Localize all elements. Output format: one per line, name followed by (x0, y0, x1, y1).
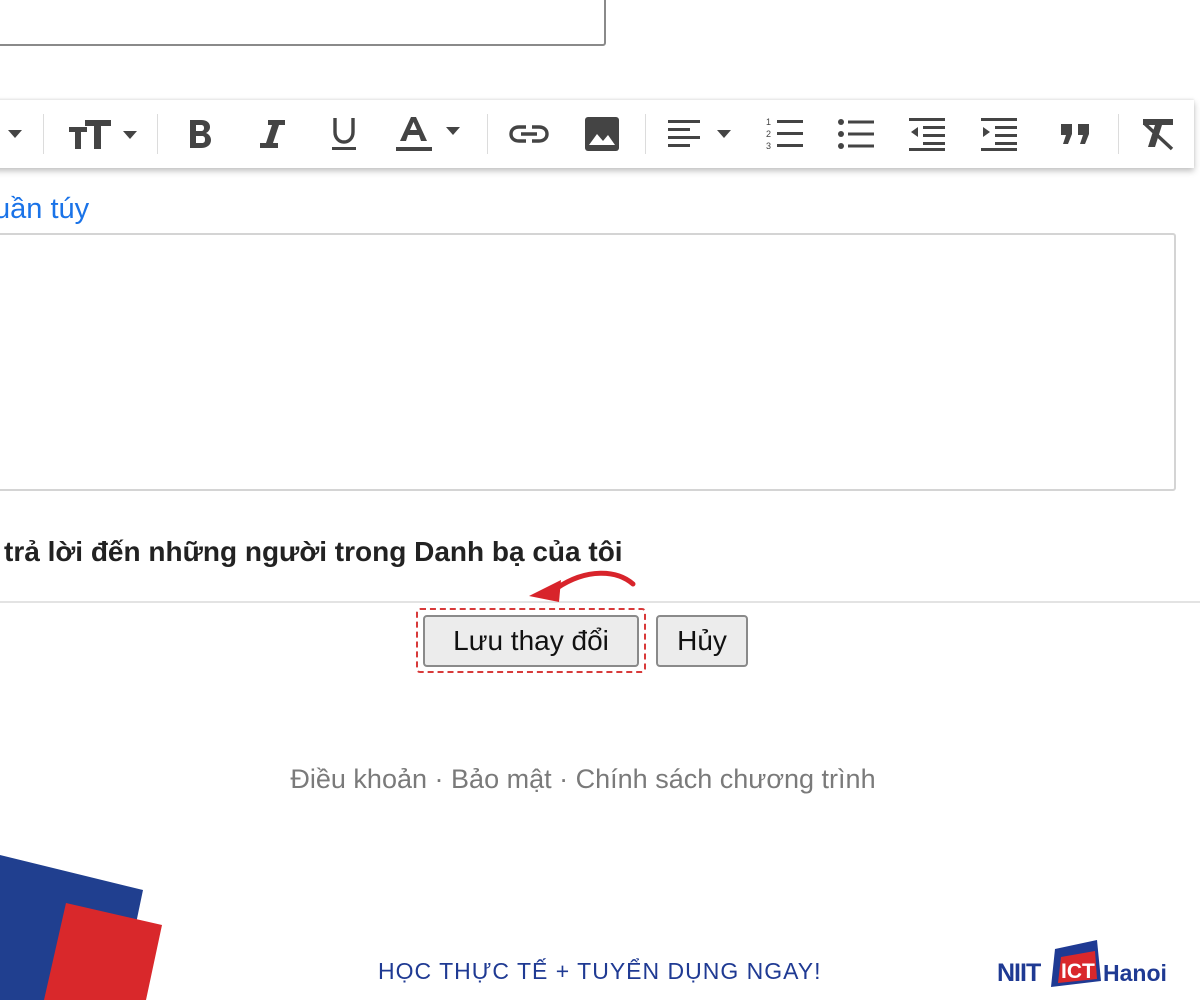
terms-link[interactable]: Điều khoản (290, 764, 427, 794)
svg-text:ICT: ICT (1061, 960, 1095, 983)
pointer-arrow-icon (529, 570, 636, 602)
indent-more-icon[interactable] (980, 100, 1020, 168)
text-color-icon[interactable] (395, 100, 467, 168)
privacy-link[interactable]: Bảo mật (451, 764, 552, 794)
svg-text:Hanoi: Hanoi (1103, 960, 1167, 986)
toolbar-separator (487, 114, 488, 154)
footer-separator: · (434, 764, 444, 794)
svg-text:3: 3 (766, 141, 771, 151)
italic-icon[interactable] (252, 100, 292, 168)
link-icon[interactable] (506, 100, 552, 168)
toolbar-separator (1118, 114, 1119, 154)
toolbar-separator (645, 114, 646, 154)
svg-text:2: 2 (766, 129, 771, 139)
image-icon[interactable] (582, 100, 622, 168)
cancel-button[interactable]: Hủy (656, 615, 748, 667)
align-icon[interactable] (666, 100, 738, 168)
indent-less-icon[interactable] (908, 100, 948, 168)
numbered-list-icon[interactable]: 1 2 3 (765, 100, 805, 168)
save-button[interactable]: Lưu thay đổi (423, 615, 639, 667)
svg-text:1: 1 (766, 117, 771, 127)
bulleted-list-icon[interactable] (836, 100, 876, 168)
decorative-corner-shapes (0, 855, 162, 1000)
svg-text:NIIT: NIIT (997, 959, 1041, 987)
quote-icon[interactable] (1056, 100, 1096, 168)
footer-separator: · (559, 764, 569, 794)
slogan-text: HỌC THỰC TẾ + TUYỂN DỤNG NGAY! (378, 958, 822, 984)
underline-icon[interactable] (324, 100, 364, 168)
remove-formatting-icon[interactable] (1138, 100, 1178, 168)
program-policy-link[interactable]: Chính sách chương trình (576, 764, 876, 794)
niit-ict-hanoi-logo: NIIT ICT Hanoi (997, 940, 1167, 987)
